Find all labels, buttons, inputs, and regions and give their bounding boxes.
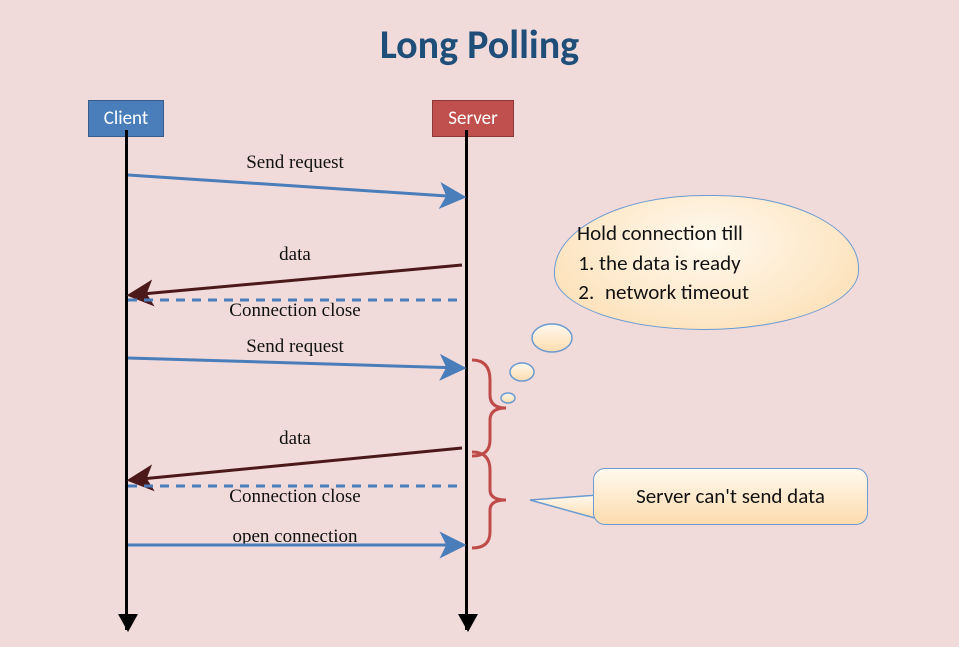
callout-hold-item-2: network timeout [599,278,749,306]
actor-server-box: Server [432,100,514,137]
msg-data-1: data [130,244,460,266]
msg-send-request-2: Send request [130,336,460,358]
sequence-arrows-svg [0,0,959,647]
lifeline-client [125,130,128,630]
msg-data-2: data [130,428,460,450]
lifeline-arrowhead-icon [458,614,478,632]
lifeline-arrowhead-icon [118,614,138,632]
diagram-title: Long Polling [0,20,959,69]
bracket-icon [472,360,506,456]
msg-open-connection: open connection [130,526,460,548]
msg-connection-close-2: Connection close [130,486,460,508]
msg-send-request-1: Send request [130,152,460,174]
callout-hold-title: Hold connection till [577,219,749,247]
callout-hold-item-1: the data is ready [599,249,749,277]
callout-server-cant-send: Server can't send data [593,468,868,525]
bracket-icon [472,452,506,548]
lifeline-server [465,130,468,630]
callout-hold-connection: Hold connection till the data is ready n… [554,195,859,330]
msg-connection-close-1: Connection close [130,300,460,322]
